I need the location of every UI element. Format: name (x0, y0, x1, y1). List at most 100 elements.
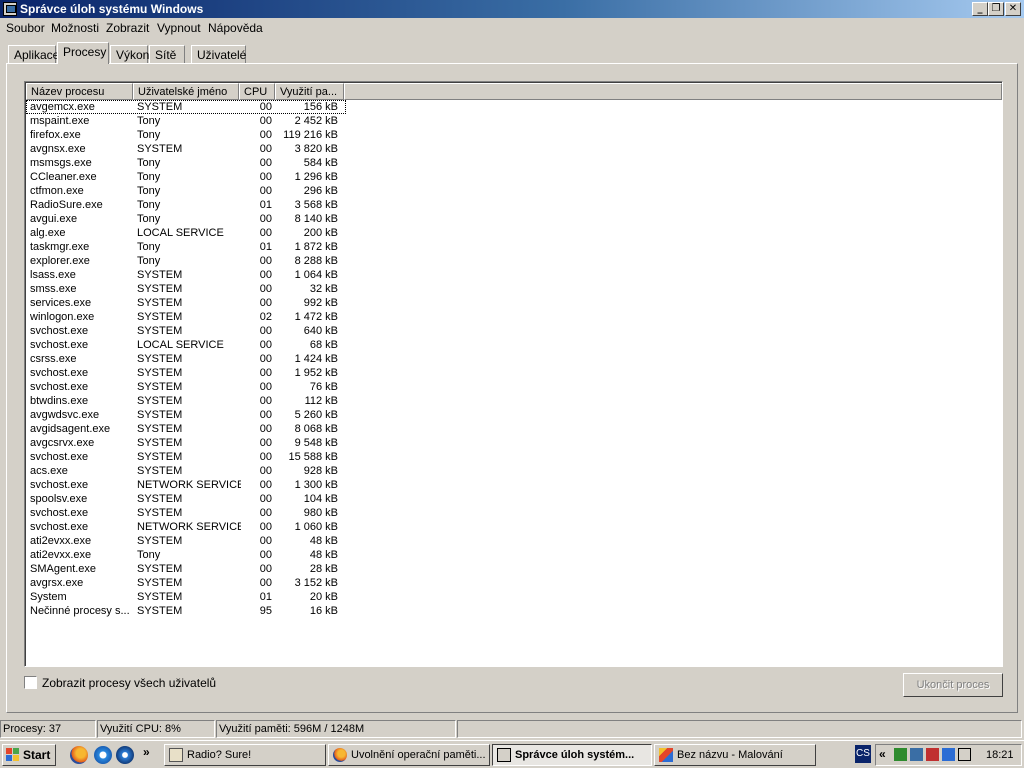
tab-performance[interactable]: Výkon (110, 45, 149, 63)
process-row[interactable]: msmsgs.exe Tony 00 584 kB (26, 156, 346, 170)
task-manager-tray-icon[interactable] (958, 748, 971, 761)
process-memory-cell: 16 kB (309, 605, 338, 617)
show-all-users-option[interactable]: Zobrazit procesy všech uživatelů (24, 676, 264, 690)
taskbar-button-firefox[interactable]: Uvolnění operační paměti... (328, 744, 490, 766)
process-row[interactable]: btwdins.exe SYSTEM 00 112 kB (26, 394, 346, 408)
process-row[interactable]: System SYSTEM 01 20 kB (26, 590, 346, 604)
process-row[interactable]: avgemcx.exe SYSTEM 00 156 kB (26, 100, 346, 114)
restore-button[interactable]: ❐ (988, 2, 1004, 16)
show-all-users-checkbox[interactable] (24, 676, 37, 689)
process-row[interactable]: services.exe SYSTEM 00 992 kB (26, 296, 346, 310)
media-player-icon[interactable] (116, 746, 134, 764)
antivirus-icon[interactable] (926, 748, 939, 761)
process-memory-cell: 3 152 kB (294, 577, 338, 589)
process-row[interactable]: smss.exe SYSTEM 00 32 kB (26, 282, 346, 296)
end-process-button[interactable]: Ukončit proces (903, 673, 1003, 697)
process-row[interactable]: spoolsv.exe SYSTEM 00 104 kB (26, 492, 346, 506)
clock[interactable]: 18:21 (986, 749, 1014, 761)
messenger-icon[interactable] (942, 748, 955, 761)
process-row[interactable]: SMAgent.exe SYSTEM 00 28 kB (26, 562, 346, 576)
menu-help[interactable]: Nápověda (208, 21, 263, 35)
process-row[interactable]: mspaint.exe Tony 00 2 452 kB (26, 114, 346, 128)
internet-explorer-icon[interactable] (94, 746, 112, 764)
process-user-cell: SYSTEM (137, 577, 183, 589)
process-row[interactable]: acs.exe SYSTEM 00 928 kB (26, 464, 346, 478)
process-row[interactable]: ati2evxx.exe SYSTEM 00 48 kB (26, 534, 346, 548)
minimize-button[interactable]: _ (972, 2, 988, 16)
process-name-cell: avgemcx.exe (30, 101, 95, 113)
column-header-cpu[interactable]: CPU (239, 83, 275, 100)
process-memory-cell: 1 952 kB (294, 367, 338, 379)
process-row[interactable]: lsass.exe SYSTEM 00 1 064 kB (26, 268, 346, 282)
tab-users[interactable]: Uživatelé (191, 45, 246, 63)
close-button[interactable]: ✕ (1005, 2, 1021, 16)
process-name-cell: System (30, 591, 67, 603)
process-row[interactable]: winlogon.exe SYSTEM 02 1 472 kB (26, 310, 346, 324)
process-memory-cell: 2 452 kB (294, 115, 338, 127)
tab-networking[interactable]: Sítě (149, 45, 185, 63)
process-row[interactable]: avgrsx.exe SYSTEM 00 3 152 kB (26, 576, 346, 590)
process-name-cell: svchost.exe (30, 367, 89, 379)
menu-shutdown[interactable]: Vypnout (157, 21, 201, 35)
process-user-cell: SYSTEM (137, 269, 183, 281)
process-name-cell: avgcsrvx.exe (30, 437, 95, 449)
radio-icon (169, 748, 183, 762)
menu-options[interactable]: Možnosti (51, 21, 99, 35)
process-row[interactable]: svchost.exe SYSTEM 00 76 kB (26, 380, 346, 394)
title-bar[interactable]: Správce úloh systému Windows _ ❐ ✕ (0, 0, 1024, 18)
tray-expand-icon[interactable]: « (879, 747, 886, 761)
column-header-memory[interactable]: Využití pa... (275, 83, 344, 100)
tab-applications[interactable]: Aplikace (8, 45, 59, 63)
process-row[interactable]: avgnsx.exe SYSTEM 00 3 820 kB (26, 142, 346, 156)
process-memory-cell: 992 kB (303, 297, 338, 309)
menu-view[interactable]: Zobrazit (106, 21, 149, 35)
process-row[interactable]: svchost.exe SYSTEM 00 15 588 kB (26, 450, 346, 464)
process-name-cell: lsass.exe (30, 269, 76, 281)
process-row[interactable]: avgcsrvx.exe SYSTEM 00 9 548 kB (26, 436, 346, 450)
process-user-cell: SYSTEM (137, 353, 183, 365)
process-row[interactable]: avgidsagent.exe SYSTEM 00 8 068 kB (26, 422, 346, 436)
taskbar-button-task-manager[interactable]: Správce úloh systém... (492, 744, 652, 766)
process-memory-cell: 68 kB (309, 339, 338, 351)
process-row[interactable]: RadioSure.exe Tony 01 3 568 kB (26, 198, 346, 212)
process-row[interactable]: svchost.exe LOCAL SERVICE 00 68 kB (26, 338, 346, 352)
process-row[interactable]: avgui.exe Tony 00 8 140 kB (26, 212, 346, 226)
volume-icon[interactable] (910, 748, 923, 761)
process-row[interactable]: alg.exe LOCAL SERVICE 00 200 kB (26, 226, 346, 240)
process-row[interactable]: svchost.exe SYSTEM 00 1 952 kB (26, 366, 346, 380)
process-row[interactable]: avgwdsvc.exe SYSTEM 00 5 260 kB (26, 408, 346, 422)
process-user-cell: Tony (137, 185, 161, 197)
process-row[interactable]: svchost.exe NETWORK SERVICE 00 1 060 kB (26, 520, 346, 534)
process-memory-cell: 1 060 kB (294, 521, 338, 533)
process-row[interactable]: explorer.exe Tony 00 8 288 kB (26, 254, 346, 268)
process-row[interactable]: svchost.exe SYSTEM 00 640 kB (26, 324, 346, 338)
tab-processes[interactable]: Procesy (57, 42, 109, 64)
process-row[interactable]: Nečinné procesy s... SYSTEM 95 16 kB (26, 604, 346, 618)
process-memory-cell: 640 kB (303, 325, 338, 337)
network-icon[interactable] (894, 748, 907, 761)
process-row[interactable]: CCleaner.exe Tony 00 1 296 kB (26, 170, 346, 184)
taskbar-button-paint[interactable]: Bez názvu - Malování (654, 744, 816, 766)
process-row[interactable]: ati2evxx.exe Tony 00 48 kB (26, 548, 346, 562)
process-list[interactable]: Název procesu Uživatelské jméno CPU Využ… (24, 81, 1003, 667)
quicklaunch-more-icon[interactable]: » (143, 745, 150, 759)
column-header-user[interactable]: Uživatelské jméno (133, 83, 239, 100)
start-button[interactable]: Start (2, 744, 56, 766)
process-memory-cell: 20 kB (309, 591, 338, 603)
language-indicator[interactable]: CS (855, 745, 871, 763)
menu-file[interactable]: Soubor (6, 21, 45, 35)
process-row[interactable]: taskmgr.exe Tony 01 1 872 kB (26, 240, 346, 254)
process-name-cell: avgnsx.exe (30, 143, 86, 155)
process-row[interactable]: ctfmon.exe Tony 00 296 kB (26, 184, 346, 198)
process-row[interactable]: svchost.exe SYSTEM 00 980 kB (26, 506, 346, 520)
process-name-cell: ati2evxx.exe (30, 549, 92, 561)
firefox-icon[interactable] (70, 746, 88, 764)
process-user-cell: Tony (137, 213, 161, 225)
process-row[interactable]: firefox.exe Tony 00 119 216 kB (26, 128, 346, 142)
process-row[interactable]: svchost.exe NETWORK SERVICE 00 1 300 kB (26, 478, 346, 492)
process-row[interactable]: csrss.exe SYSTEM 00 1 424 kB (26, 352, 346, 366)
column-header-name[interactable]: Název procesu (26, 83, 133, 100)
taskbar-button-radiosure[interactable]: Radio? Sure! (164, 744, 326, 766)
process-user-cell: SYSTEM (137, 451, 183, 463)
process-user-cell: Tony (137, 129, 161, 141)
